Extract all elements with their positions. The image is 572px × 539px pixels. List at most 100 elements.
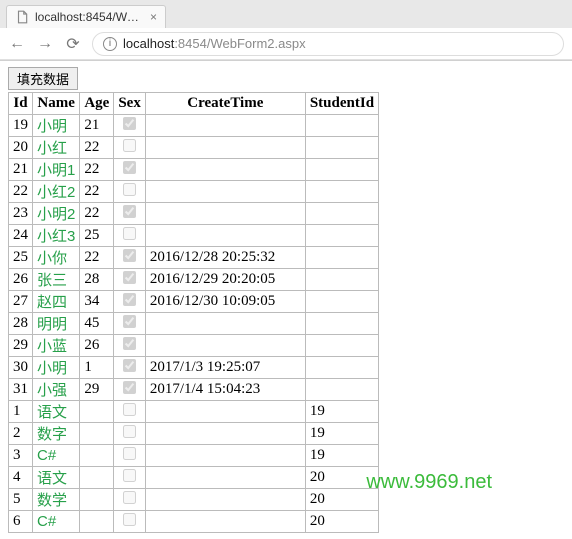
sex-checkbox xyxy=(123,469,136,482)
address-bar[interactable]: i localhost:8454/WebForm2.aspx xyxy=(92,32,564,56)
cell-name-link[interactable]: 小强 xyxy=(33,379,80,401)
cell-age xyxy=(80,423,114,445)
cell-createtime xyxy=(145,445,305,467)
col-studentid: StudentId xyxy=(305,93,378,115)
forward-button[interactable]: → xyxy=(36,35,54,53)
table-header-row: Id Name Age Sex CreateTime StudentId xyxy=(9,93,379,115)
cell-name-link[interactable]: 小明 xyxy=(33,357,80,379)
cell-name-link[interactable]: C# xyxy=(33,445,80,467)
cell-name-link[interactable]: 明明 xyxy=(33,313,80,335)
url-host: localhost:8454/WebForm2.aspx xyxy=(123,36,306,51)
table-row: 25小你222016/12/28 20:25:32 xyxy=(9,247,379,269)
tab-title: localhost:8454/WebFo xyxy=(35,10,144,24)
sex-checkbox xyxy=(123,447,136,460)
table-row: 2数字 19 xyxy=(9,423,379,445)
cell-age: 22 xyxy=(80,159,114,181)
cell-name-link[interactable]: 小明 xyxy=(33,115,80,137)
close-tab-icon[interactable]: × xyxy=(150,10,157,24)
cell-createtime xyxy=(145,159,305,181)
cell-id: 20 xyxy=(9,137,33,159)
page-favicon-icon xyxy=(15,10,29,24)
reload-button[interactable]: ⟳ xyxy=(64,34,82,54)
sex-checkbox xyxy=(123,293,136,306)
cell-name-link[interactable]: 张三 xyxy=(33,269,80,291)
col-createtime: CreateTime xyxy=(145,93,305,115)
table-row: 4语文20 xyxy=(9,467,379,489)
sex-checkbox xyxy=(123,249,136,262)
sex-checkbox xyxy=(123,161,136,174)
cell-name-link[interactable]: 小红3 xyxy=(33,225,80,247)
cell-name-link[interactable]: 小蓝 xyxy=(33,335,80,357)
back-button[interactable]: ← xyxy=(8,35,26,53)
cell-age xyxy=(80,401,114,423)
col-id: Id xyxy=(9,93,33,115)
sex-checkbox xyxy=(123,205,136,218)
cell-createtime xyxy=(145,225,305,247)
sex-checkbox xyxy=(123,425,136,438)
cell-studentid xyxy=(305,335,378,357)
sex-checkbox xyxy=(123,337,136,350)
browser-tab[interactable]: localhost:8454/WebFo × xyxy=(6,5,166,28)
cell-sex xyxy=(114,445,146,467)
cell-age: 22 xyxy=(80,181,114,203)
cell-id: 25 xyxy=(9,247,33,269)
cell-studentid: 19 xyxy=(305,423,378,445)
cell-age: 34 xyxy=(80,291,114,313)
cell-id: 3 xyxy=(9,445,33,467)
cell-age xyxy=(80,445,114,467)
cell-createtime xyxy=(145,511,305,533)
watermark-text: www.9969.net xyxy=(366,471,492,494)
cell-studentid xyxy=(305,357,378,379)
cell-id: 2 xyxy=(9,423,33,445)
cell-name-link[interactable]: 赵四 xyxy=(33,291,80,313)
cell-createtime xyxy=(145,137,305,159)
cell-studentid xyxy=(305,379,378,401)
sex-checkbox xyxy=(123,315,136,328)
cell-name-link[interactable]: 小明1 xyxy=(33,159,80,181)
cell-sex xyxy=(114,423,146,445)
cell-sex xyxy=(114,313,146,335)
cell-id: 29 xyxy=(9,335,33,357)
cell-age: 26 xyxy=(80,335,114,357)
cell-age: 29 xyxy=(80,379,114,401)
cell-sex xyxy=(114,203,146,225)
cell-sex xyxy=(114,269,146,291)
fill-data-button[interactable]: 填充数据 xyxy=(8,67,78,90)
cell-name-link[interactable]: 小你 xyxy=(33,247,80,269)
cell-sex xyxy=(114,335,146,357)
cell-age: 28 xyxy=(80,269,114,291)
cell-name-link[interactable]: 语文 xyxy=(33,401,80,423)
cell-name-link[interactable]: 语文 xyxy=(33,467,80,489)
cell-name-link[interactable]: 小红2 xyxy=(33,181,80,203)
table-row: 24小红325 xyxy=(9,225,379,247)
sex-checkbox xyxy=(123,183,136,196)
cell-age: 21 xyxy=(80,115,114,137)
cell-createtime xyxy=(145,115,305,137)
sex-checkbox xyxy=(123,513,136,526)
cell-sex xyxy=(114,357,146,379)
sex-checkbox xyxy=(123,381,136,394)
page-body: 填充数据 Id Name Age Sex CreateTime StudentI… xyxy=(0,61,572,539)
cell-sex xyxy=(114,137,146,159)
cell-sex xyxy=(114,181,146,203)
cell-name-link[interactable]: 数字 xyxy=(33,423,80,445)
col-sex: Sex xyxy=(114,93,146,115)
browser-chrome: localhost:8454/WebFo × ← → ⟳ i localhost… xyxy=(0,0,572,61)
cell-id: 30 xyxy=(9,357,33,379)
site-info-icon[interactable]: i xyxy=(103,37,117,51)
cell-sex xyxy=(114,401,146,423)
cell-sex xyxy=(114,467,146,489)
cell-name-link[interactable]: 小红 xyxy=(33,137,80,159)
cell-studentid xyxy=(305,159,378,181)
table-row: 26张三282016/12/29 20:20:05 xyxy=(9,269,379,291)
data-table: Id Name Age Sex CreateTime StudentId 19 小… xyxy=(8,92,379,533)
sex-checkbox xyxy=(123,117,136,130)
cell-name-link[interactable]: 小明2 xyxy=(33,203,80,225)
cell-sex xyxy=(114,159,146,181)
cell-createtime xyxy=(145,467,305,489)
table-row: 21小明122 xyxy=(9,159,379,181)
table-row: 20小红22 xyxy=(9,137,379,159)
cell-age: 22 xyxy=(80,203,114,225)
cell-createtime: 2017/1/4 15:04:23 xyxy=(145,379,305,401)
cell-name-link[interactable]: C# xyxy=(33,511,80,533)
